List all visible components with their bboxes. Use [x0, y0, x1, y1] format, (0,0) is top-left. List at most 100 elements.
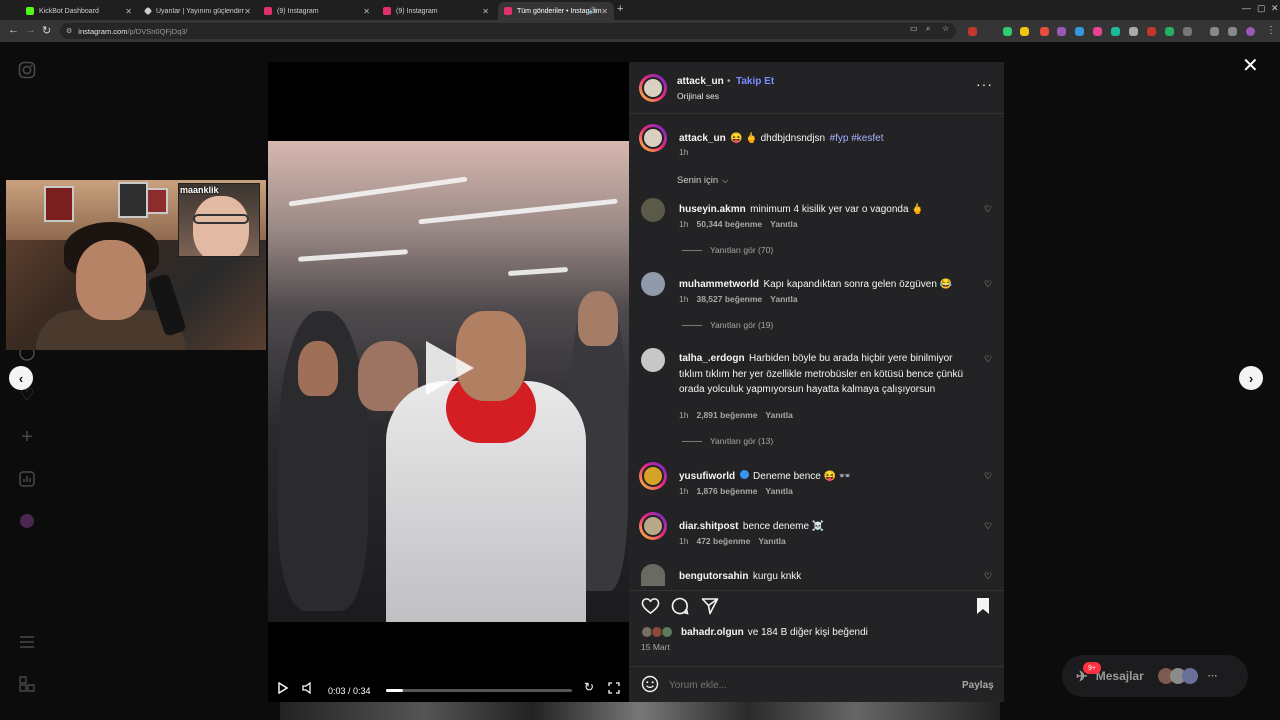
- comment-sort-dropdown[interactable]: Senin için ⌵: [677, 175, 728, 186]
- profile-avatar[interactable]: [1246, 27, 1255, 36]
- extension-icon[interactable]: [1075, 27, 1084, 36]
- create-plus-icon[interactable]: +: [17, 426, 37, 448]
- sidepanel-icon[interactable]: [1228, 27, 1237, 36]
- new-tab-icon[interactable]: +: [617, 3, 623, 15]
- comment-avatar[interactable]: [639, 512, 667, 540]
- cast-icon[interactable]: ▭: [910, 24, 918, 33]
- puzzle-extensions-icon[interactable]: [1183, 27, 1192, 36]
- browser-tab-active[interactable]: Tüm gönderiler • Instagram 🔊 ✕: [498, 2, 614, 20]
- more-options-icon[interactable]: ···: [976, 76, 993, 92]
- liked-by-rest[interactable]: ve 184 B diğer kişi beğendi: [748, 627, 868, 638]
- tab-close-icon[interactable]: ✕: [244, 7, 251, 16]
- caption-avatar[interactable]: [639, 124, 667, 152]
- comment-username[interactable]: huseyin.akmn: [679, 204, 746, 215]
- liked-by-username[interactable]: bahadr.olgun: [681, 627, 744, 638]
- reload-icon[interactable]: ↻: [42, 24, 51, 37]
- minimize-icon[interactable]: —: [1242, 3, 1251, 13]
- comment-avatar[interactable]: [641, 198, 665, 222]
- comment-username[interactable]: yusufiworld: [679, 471, 735, 482]
- comment-likes[interactable]: 472 beğenme: [696, 536, 750, 546]
- save-bookmark-icon[interactable]: [976, 597, 996, 617]
- reply-button[interactable]: Yanıtla: [770, 219, 797, 229]
- tab-close-icon[interactable]: ✕: [363, 7, 370, 16]
- browser-tab[interactable]: (9) Instagram ✕: [377, 2, 495, 20]
- extension-icon[interactable]: [1147, 27, 1156, 36]
- author-avatar[interactable]: [639, 74, 667, 102]
- browser-tab[interactable]: KickBot Dashboard ✕: [20, 2, 138, 20]
- play-icon[interactable]: [278, 681, 289, 697]
- comment-input[interactable]: [669, 677, 949, 693]
- reply-button[interactable]: Yanıtla: [765, 486, 792, 496]
- play-overlay-icon[interactable]: [426, 341, 474, 395]
- close-window-icon[interactable]: ✕: [1271, 3, 1279, 14]
- original-audio[interactable]: Orijinal ses: [677, 91, 719, 101]
- like-comment-heart-icon[interactable]: ♡: [984, 471, 992, 482]
- back-arrow-icon[interactable]: ←: [8, 24, 19, 36]
- more-menu-icon[interactable]: [17, 632, 37, 652]
- video-seek-bar[interactable]: [386, 689, 572, 692]
- extension-icon[interactable]: [1020, 27, 1029, 36]
- like-comment-heart-icon[interactable]: ♡: [984, 354, 992, 365]
- post-comment-button[interactable]: Paylaş: [962, 680, 994, 691]
- reply-button[interactable]: Yanıtla: [765, 410, 792, 420]
- like-heart-icon[interactable]: [641, 597, 661, 617]
- extension-icon[interactable]: [1111, 27, 1120, 36]
- previous-post-button[interactable]: ‹: [9, 366, 33, 390]
- extension-icon[interactable]: [1093, 27, 1102, 36]
- emoji-smiley-icon[interactable]: [641, 675, 659, 698]
- like-comment-heart-icon[interactable]: ♡: [984, 279, 992, 290]
- close-modal-icon[interactable]: ✕: [1242, 53, 1259, 78]
- volume-icon[interactable]: [302, 681, 312, 697]
- caption-hashtags[interactable]: #fyp #kesfet: [830, 133, 884, 144]
- comment-avatar[interactable]: [639, 462, 667, 490]
- fullscreen-icon[interactable]: [608, 682, 620, 697]
- author-username[interactable]: attack_un: [677, 76, 724, 87]
- zoom-icon[interactable]: ⌕: [926, 24, 930, 34]
- audio-playing-icon[interactable]: 🔊: [588, 7, 597, 15]
- comment-likes[interactable]: 1,876 beğenme: [696, 486, 757, 496]
- follow-button[interactable]: Takip Et: [736, 76, 774, 87]
- extension-icon[interactable]: [1040, 27, 1049, 36]
- share-send-icon[interactable]: [701, 597, 721, 617]
- tab-close-icon[interactable]: ✕: [601, 7, 608, 16]
- extension-icon[interactable]: [968, 27, 977, 36]
- dashboard-chart-icon[interactable]: [17, 469, 37, 489]
- comment-bubble-icon[interactable]: [671, 597, 691, 617]
- comment-avatar[interactable]: [641, 348, 665, 372]
- reply-button[interactable]: Yanıtla: [770, 294, 797, 304]
- reply-button[interactable]: Yanıtla: [758, 536, 785, 546]
- tab-close-icon[interactable]: ✕: [482, 7, 489, 16]
- like-comment-heart-icon[interactable]: ♡: [984, 521, 992, 532]
- like-comment-heart-icon[interactable]: ♡: [984, 204, 992, 215]
- browser-tab[interactable]: Uyarılar | Yayınını güçlendirmek ✕: [139, 2, 257, 20]
- address-bar[interactable]: ⚙ instagram.com/p/DVSn0QFjDq3/: [60, 23, 956, 39]
- extension-icon[interactable]: [1057, 27, 1066, 36]
- extension-icon[interactable]: [1165, 27, 1174, 36]
- bookmark-star-icon[interactable]: ☆: [942, 24, 949, 33]
- next-post-button[interactable]: ›: [1239, 366, 1263, 390]
- view-replies[interactable]: Yanıtları gör (13): [682, 436, 773, 446]
- likes-summary[interactable]: bahadr.olgun ve 184 B diğer kişi beğendi: [641, 626, 868, 638]
- forward-arrow-icon[interactable]: →: [25, 24, 36, 36]
- extension-icon[interactable]: [1003, 27, 1012, 36]
- comment-username[interactable]: muhammetworld: [679, 279, 759, 290]
- comment-avatar[interactable]: [641, 564, 665, 586]
- site-info-icon[interactable]: ⚙: [66, 27, 72, 35]
- download-icon[interactable]: [1210, 27, 1219, 36]
- browser-tab[interactable]: (9) Instagram ✕: [258, 2, 376, 20]
- like-comment-heart-icon[interactable]: ♡: [984, 571, 992, 582]
- comment-likes[interactable]: 50,344 beğenme: [696, 219, 762, 229]
- caption-username[interactable]: attack_un: [679, 133, 726, 144]
- instagram-logo-icon[interactable]: [17, 60, 37, 80]
- extension-icon[interactable]: [1129, 27, 1138, 36]
- comment-avatar[interactable]: [641, 272, 665, 296]
- tab-close-icon[interactable]: ✕: [125, 7, 132, 16]
- menu-kebab-icon[interactable]: ⋮: [1266, 25, 1276, 36]
- comment-likes[interactable]: 38,527 beğenme: [696, 294, 762, 304]
- comment-username[interactable]: bengutorsahin: [679, 571, 748, 582]
- profile-avatar[interactable]: [17, 511, 37, 531]
- also-from-meta-icon[interactable]: [17, 674, 37, 694]
- comment-username[interactable]: diar.shitpost: [679, 521, 738, 532]
- view-replies[interactable]: Yanıtları gör (19): [682, 320, 773, 330]
- maximize-icon[interactable]: ▢: [1257, 3, 1266, 14]
